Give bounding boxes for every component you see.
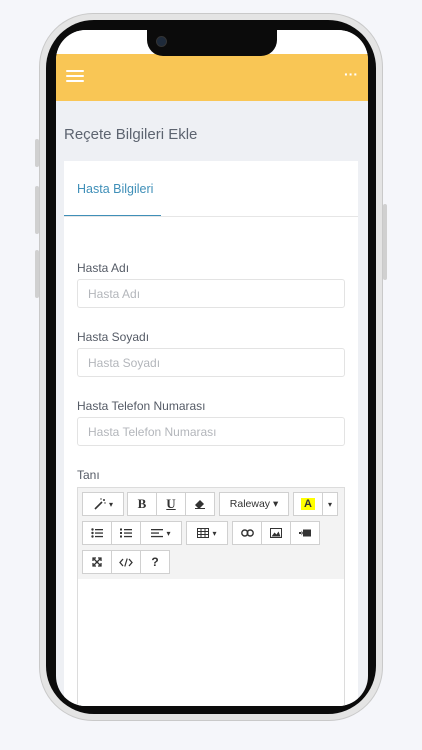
text-color-button[interactable]: A <box>293 492 323 516</box>
video-button[interactable] <box>290 521 320 545</box>
form-card: Hasta Bilgileri Hasta Adı Hasta Soyadı H… <box>64 161 358 706</box>
eraser-icon <box>195 500 205 509</box>
camera-icon <box>156 36 167 47</box>
color-icon: A <box>301 498 315 510</box>
video-icon <box>299 529 311 537</box>
underline-button[interactable]: U <box>156 492 186 516</box>
hasta-telefon-input[interactable] <box>77 417 345 446</box>
page-title: Reçete Bilgileri Ekle <box>64 126 198 143</box>
style-dropdown[interactable]: ▾ <box>82 492 124 516</box>
font-name-dropdown[interactable]: Raleway ▾ <box>219 492 289 516</box>
clear-format-button[interactable] <box>185 492 215 516</box>
power-button <box>383 204 387 280</box>
text-color-dropdown[interactable]: ▾ <box>322 492 338 516</box>
magic-icon <box>94 498 106 510</box>
paragraph-icon <box>151 529 164 538</box>
chevron-down-icon: ▾ <box>166 528 171 538</box>
fullscreen-button[interactable] <box>82 550 112 574</box>
tab-hasta-bilgileri[interactable]: Hasta Bilgileri <box>64 161 161 217</box>
hasta-soyadi-input[interactable] <box>77 348 345 377</box>
top-app-bar: ··· <box>56 54 368 101</box>
bold-button[interactable]: B <box>127 492 157 516</box>
hasta-soyadi-label: Hasta Soyadı <box>77 330 150 344</box>
hasta-telefon-label: Hasta Telefon Numarası <box>77 399 206 413</box>
picture-button[interactable] <box>261 521 291 545</box>
hamburger-menu-icon[interactable] <box>66 70 84 82</box>
chevron-down-icon: ▾ <box>327 499 332 509</box>
paragraph-dropdown[interactable]: ▾ <box>140 521 182 545</box>
hasta-adi-input[interactable] <box>77 279 345 308</box>
notch <box>147 30 277 56</box>
hasta-adi-label: Hasta Adı <box>77 261 130 275</box>
link-button[interactable] <box>232 521 262 545</box>
link-icon <box>240 529 254 537</box>
editor-toolbar: ▾ B U Raleway ▾ A ▾ ▾ ▾ ? <box>78 488 344 580</box>
table-icon <box>197 528 210 538</box>
table-dropdown[interactable]: ▾ <box>186 521 228 545</box>
help-button[interactable]: ? <box>140 550 170 574</box>
chevron-down-icon: ▾ <box>108 499 113 509</box>
code-view-icon <box>119 557 133 567</box>
app-screen: ··· Reçete Bilgileri Ekle Hasta Bilgiler… <box>56 30 368 706</box>
ordered-list-button[interactable] <box>111 521 141 545</box>
rich-text-editor: ▾ B U Raleway ▾ A ▾ ▾ ▾ ? <box>77 487 345 706</box>
editor-content-area[interactable] <box>78 579 344 706</box>
fullscreen-icon <box>92 557 102 567</box>
ordered-list-icon <box>120 528 132 538</box>
unordered-list-button[interactable] <box>82 521 112 545</box>
more-options-icon[interactable]: ··· <box>344 66 358 82</box>
code-view-button[interactable] <box>111 550 141 574</box>
picture-icon <box>270 528 282 538</box>
tani-label: Tanı <box>77 468 100 482</box>
chevron-down-icon: ▾ <box>212 528 217 538</box>
tab-divider <box>64 216 358 217</box>
unordered-list-icon <box>91 528 103 538</box>
